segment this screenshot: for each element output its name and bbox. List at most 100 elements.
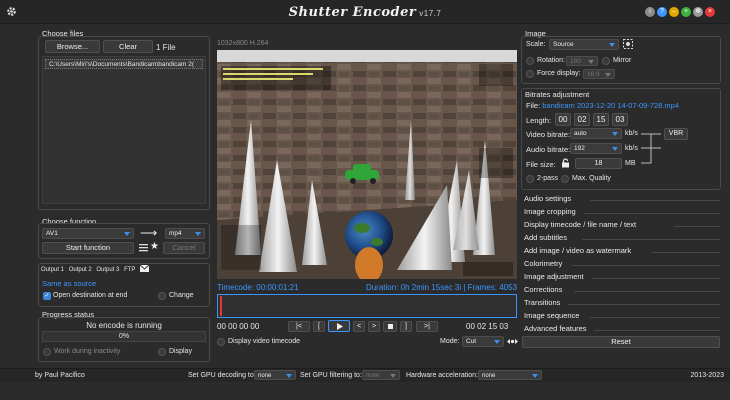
help-icon[interactable]: ? [657, 7, 667, 17]
rotation-label: Rotation: [537, 57, 566, 64]
play-button[interactable] [328, 320, 350, 332]
scale-select[interactable]: Source [549, 39, 619, 50]
category-label: Add image / video as watermark [524, 246, 632, 255]
category-label: Corrections [524, 285, 563, 294]
app-version: v17.7 [419, 9, 442, 18]
category-colorimetry[interactable]: Colorimetry [524, 259, 720, 271]
rotation-value: 180 [570, 58, 581, 65]
category-label: Image sequence [524, 311, 580, 320]
tab-ftp[interactable]: FTP [124, 267, 135, 273]
video-preview[interactable] [217, 50, 517, 279]
rotation-select[interactable]: 180 [566, 56, 598, 66]
stop-button[interactable] [383, 321, 397, 332]
audio-bitrate-select[interactable]: 192 [570, 143, 622, 154]
tab-output-3[interactable]: Output 3 [96, 267, 119, 273]
category-image-cropping[interactable]: Image cropping [524, 207, 720, 219]
timeline-playhead[interactable] [220, 296, 222, 316]
set-out-button[interactable]: ] [400, 321, 412, 332]
timeline[interactable] [217, 294, 517, 318]
gpu-filtering-select[interactable]: none [362, 370, 400, 380]
video-bitrate-select[interactable]: auto [570, 128, 622, 139]
length-label: Length: [526, 116, 552, 125]
duration-label: Duration: 0h 2min 15sec 3i | Frames: 405… [365, 283, 517, 292]
function-select[interactable]: AV1 [42, 228, 134, 239]
two-pass-radio[interactable] [526, 175, 534, 183]
open-destination-checkbox[interactable]: ✓ [43, 292, 51, 300]
category-image-adjustment[interactable]: Image adjustment [524, 272, 720, 284]
mode-select[interactable]: Cut [462, 336, 504, 347]
category-advanced-features[interactable]: Advanced features [524, 324, 720, 336]
in-point-timecode[interactable]: 00 00 00 00 [217, 322, 259, 331]
menu-icon[interactable] [139, 243, 148, 252]
gpu-decoding-select[interactable]: none [254, 370, 296, 380]
out-point-timecode[interactable]: 00 02 15 03 [466, 322, 508, 331]
go-start-button[interactable]: |< [288, 321, 310, 332]
cancel-button[interactable]: Cancel [163, 242, 205, 254]
set-in-button[interactable]: [ [313, 321, 325, 332]
category-display-timecode[interactable]: Display timecode / file name / text [524, 220, 720, 232]
category-label: Audio settings [524, 194, 572, 203]
prev-frame-button[interactable]: < [353, 321, 365, 332]
next-frame-button[interactable]: > [368, 321, 380, 332]
info-icon[interactable]: i [645, 7, 655, 17]
display-radio[interactable] [158, 348, 166, 356]
mirror-label[interactable]: Mirror [613, 57, 631, 64]
length-seconds[interactable]: 15 [593, 113, 609, 126]
change-label[interactable]: Change [169, 292, 194, 299]
star-icon[interactable]: ★ [150, 241, 159, 252]
file-size-input[interactable]: 18 [575, 158, 622, 169]
force-display-radio[interactable] [526, 70, 534, 78]
category-transitions[interactable]: Transitions [524, 298, 720, 310]
category-audio-settings[interactable]: Audio settings [524, 194, 720, 206]
category-label: Transitions [524, 298, 561, 307]
display-label[interactable]: Display [169, 348, 192, 355]
gpu-decoding-value: none [258, 373, 272, 379]
work-inactivity-radio[interactable] [43, 348, 51, 356]
force-display-select[interactable]: 16:9 [583, 69, 615, 79]
category-add-subtitles[interactable]: Add subtitles [524, 233, 720, 245]
display-timecode-radio[interactable] [217, 338, 225, 346]
length-minutes[interactable]: 02 [574, 113, 590, 126]
max-quality-radio[interactable] [561, 175, 569, 183]
eye-icon[interactable] [507, 337, 518, 346]
hw-accel-select[interactable]: none [478, 370, 542, 380]
reset-button[interactable]: Reset [522, 336, 720, 348]
display-timecode-label[interactable]: Display video timecode [228, 338, 300, 345]
clear-button[interactable]: Clear [103, 40, 153, 53]
start-function-button[interactable]: Start function [42, 242, 134, 254]
hw-accel-value: none [482, 373, 496, 379]
rotation-radio[interactable] [526, 57, 534, 65]
app-title: Shutter Encoder v17.7 [0, 5, 730, 20]
category-label: Display timecode / file name / text [524, 220, 637, 229]
settings-icon[interactable]: ✻ [693, 7, 703, 17]
mirror-radio[interactable] [602, 57, 610, 65]
two-pass-label[interactable]: 2-pass [537, 175, 558, 182]
bitrates-title: Bitrates adjustment [525, 90, 590, 99]
hw-accel-label: Hardware acceleration: [406, 372, 478, 379]
mail-icon[interactable] [140, 265, 150, 272]
change-radio[interactable] [158, 292, 166, 300]
audio-bitrate-label: Audio bitrate: [526, 145, 571, 154]
close-icon[interactable]: × [705, 7, 715, 17]
go-end-button[interactable]: >| [416, 321, 438, 332]
file-list[interactable]: C:\Users\Miri's\Documents\Bandicam\bandi… [42, 56, 206, 204]
category-add-watermark[interactable]: Add image / video as watermark [524, 246, 720, 258]
length-frames[interactable]: 03 [612, 113, 628, 126]
category-label: Add subtitles [524, 233, 567, 242]
browse-button[interactable]: Browse... [45, 40, 100, 53]
minimize-icon[interactable]: – [669, 7, 679, 17]
category-corrections[interactable]: Corrections [524, 285, 720, 297]
tab-output-1[interactable]: Output 1 [41, 267, 64, 273]
bitrates-file-row: File: bandicam 2023-12-20 14-07-09-728.m… [526, 101, 679, 110]
file-list-item[interactable]: C:\Users\Miri's\Documents\Bandicam\bandi… [45, 59, 203, 69]
max-quality-label[interactable]: Max. Quality [572, 175, 611, 182]
tab-output-2[interactable]: Output 2 [69, 267, 92, 273]
work-inactivity-label[interactable]: Work during inactivity [54, 348, 120, 355]
length-hours[interactable]: 00 [555, 113, 571, 126]
lock-icon[interactable] [561, 158, 570, 168]
category-image-sequence[interactable]: Image sequence [524, 311, 720, 323]
vbr-button[interactable]: VBR [664, 128, 688, 140]
maximize-icon[interactable]: + [681, 7, 691, 17]
capture-icon[interactable] [623, 39, 633, 49]
container-select[interactable]: mp4 [165, 228, 205, 239]
